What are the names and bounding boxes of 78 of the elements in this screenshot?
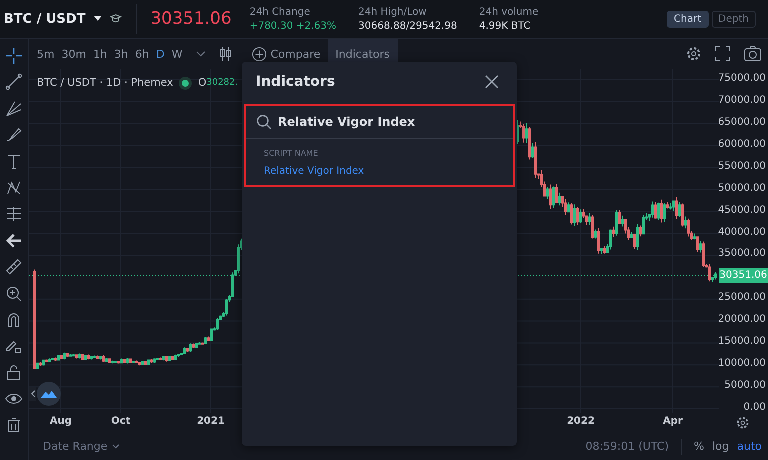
chevron-down-icon[interactable]	[196, 50, 206, 58]
candles-icon[interactable]	[218, 46, 233, 62]
interval-tab[interactable]: 30m	[62, 48, 86, 60]
clock-time: 08:59:01 (UTC)	[586, 440, 669, 453]
price-axis-label: 10000.00	[718, 358, 766, 370]
last-price: 30351.06	[150, 9, 232, 29]
compare-button[interactable]: Compare	[246, 46, 321, 62]
price-axis-label: 50000.00	[718, 182, 766, 194]
settings-icon[interactable]	[686, 46, 702, 62]
price-tag: 30351.06	[719, 268, 768, 283]
date-axis-label: Aug	[48, 416, 74, 427]
percent-toggle[interactable]: %	[694, 440, 704, 453]
date-axis-label: 2022	[567, 416, 595, 427]
stat-value: +780.30 +2.63%	[250, 20, 337, 32]
price-axis-label: 70000.00	[718, 94, 766, 106]
indicator-result[interactable]: Relative Vigor Index	[246, 158, 513, 179]
trash-icon[interactable]	[5, 416, 23, 434]
price-axis-label: 20000.00	[718, 314, 766, 326]
stat-label: 24h volume	[479, 6, 539, 18]
stat-label: 24h High/Low	[358, 6, 428, 18]
legend-open-value: 30282.	[206, 78, 238, 88]
fork-lines-icon[interactable]	[5, 100, 23, 118]
status-dot	[182, 80, 190, 86]
price-axis-label: 5000.00	[724, 380, 766, 392]
interval-tab[interactable]: 5m	[37, 48, 55, 60]
ruler-icon[interactable]	[5, 258, 23, 276]
interval-tab[interactable]: 3h	[114, 48, 128, 60]
interval-tab[interactable]: 1h	[93, 48, 108, 60]
legend-title: BTC / USDT · 1D · Phemex	[37, 77, 174, 89]
price-axis-label: 45000.00	[718, 204, 766, 216]
price-axis-label: 75000.00	[718, 73, 766, 84]
price-axis-label: 15000.00	[718, 336, 766, 348]
settings-icon[interactable]	[736, 416, 750, 430]
chevron-left-icon	[30, 390, 36, 398]
left-arrow-icon[interactable]	[5, 232, 23, 250]
mountain-logo-icon[interactable]	[37, 382, 61, 406]
interval-tab[interactable]: D	[156, 48, 165, 60]
price-axis-label: 60000.00	[718, 138, 766, 150]
graduation-cap-icon[interactable]	[110, 14, 122, 24]
section-heading: SCRIPT NAME	[263, 148, 320, 158]
trend-line-icon[interactable]	[5, 73, 23, 92]
date-axis-label: Apr	[662, 416, 684, 427]
caret-down-icon[interactable]	[94, 16, 102, 22]
unlock-icon[interactable]	[5, 364, 23, 382]
dialog-title: Indicators	[256, 74, 336, 90]
symbol-selector[interactable]: BTC / USDT	[4, 12, 86, 26]
date-range-dropdown[interactable]: Date Range	[43, 440, 108, 453]
log-toggle[interactable]: log	[712, 440, 730, 453]
text-icon[interactable]	[5, 152, 23, 171]
plus-circle-icon	[252, 46, 267, 62]
fullscreen-icon[interactable]	[715, 46, 731, 62]
price-axis-label: 25000.00	[718, 292, 766, 304]
view-tab[interactable]: Chart	[667, 10, 709, 28]
measure-lines-icon[interactable]	[5, 205, 23, 224]
price-axis-label: 65000.00	[718, 116, 766, 128]
price-axis-label: 0.00	[744, 402, 766, 413]
stat-value: 4.99K BTC	[479, 20, 532, 32]
legend-open-label: O	[198, 77, 207, 89]
date-axis-label: Oct	[110, 416, 132, 427]
chevron-down-icon[interactable]	[112, 444, 120, 450]
search-field[interactable]: Relative Vigor Index	[278, 115, 503, 129]
stat-value: 30668.88/29542.98	[358, 20, 458, 32]
price-axis-label: 55000.00	[718, 160, 766, 172]
date-axis-label: 2021	[197, 416, 225, 427]
price-axis-label: 40000.00	[718, 226, 766, 238]
price-axis-label: 35000.00	[718, 248, 766, 260]
search-icon	[256, 114, 272, 130]
camera-icon[interactable]	[744, 46, 762, 62]
interval-tab[interactable]: W	[172, 48, 183, 60]
brush-icon[interactable]	[5, 126, 23, 144]
view-tab[interactable]: Depth	[712, 10, 756, 28]
auto-scale-toggle[interactable]: auto	[737, 440, 762, 453]
collapse-toggle[interactable]	[29, 387, 36, 401]
zoom-in-icon[interactable]	[5, 284, 23, 303]
close-icon[interactable]	[485, 75, 499, 89]
interval-tab[interactable]: 6h	[135, 48, 150, 60]
stat-label: 24h Change	[250, 6, 312, 18]
crosshair-icon[interactable]	[5, 47, 23, 65]
